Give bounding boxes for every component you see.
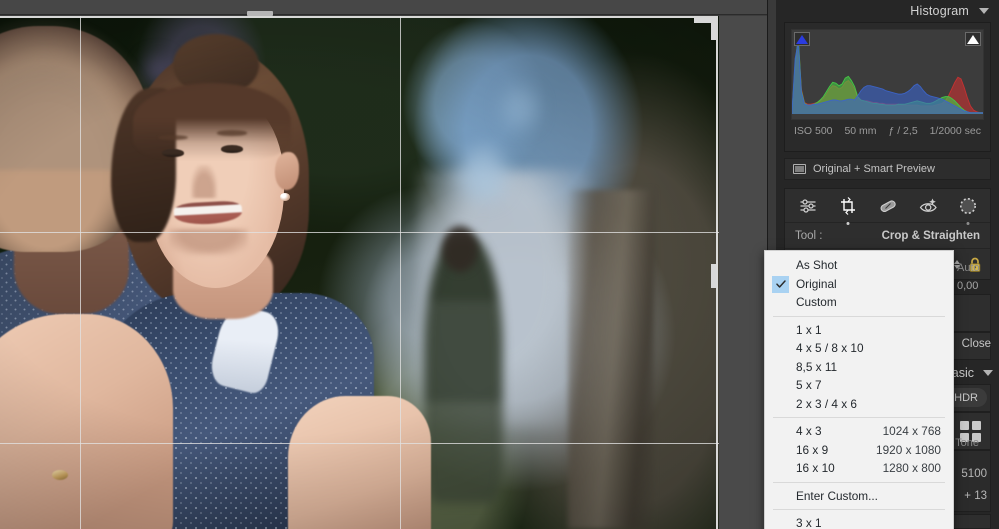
aspect-menu-item[interactable]: 5 x 7: [765, 376, 953, 395]
tool-value[interactable]: Crop & Straighten: [882, 230, 980, 242]
top-module-bar[interactable]: [0, 0, 767, 16]
chevron-down-icon[interactable]: [979, 8, 989, 14]
smart-preview-label: Original + Smart Preview: [813, 163, 935, 175]
histogram-exif-row: ISO 500 50 mm ƒ / 2,5 1/2000 sec: [791, 120, 984, 137]
aspect-menu-item-label: 3 x 1: [796, 516, 822, 529]
spot-removal-icon[interactable]: [878, 196, 898, 216]
crop-handle-middle-right[interactable]: [711, 264, 716, 288]
smart-preview-icon: [793, 164, 806, 174]
close-button[interactable]: Close: [962, 338, 991, 350]
aspect-menu-item[interactable]: 2 x 3 / 4 x 6: [765, 395, 953, 414]
check-icon: [772, 275, 789, 293]
aspect-menu-item[interactable]: Enter Custom...: [765, 487, 953, 506]
aspect-menu-item-label: As Shot: [796, 258, 838, 273]
tool-label: Tool :: [795, 229, 823, 242]
aspect-menu-item-label: 5 x 7: [796, 378, 822, 393]
smart-preview-status[interactable]: Original + Smart Preview: [784, 158, 991, 180]
tone-label: Tone: [955, 437, 979, 449]
radial-filter-icon[interactable]: [958, 196, 978, 216]
aspect-menu-item-label: 1 x 1: [796, 322, 822, 337]
histogram-title: Histogram: [910, 4, 969, 18]
crop-overlay-icon[interactable]: [838, 196, 858, 216]
exif-shutter-speed: 1/2000 sec: [929, 125, 981, 137]
aspect-menu-item-label: Enter Custom...: [796, 488, 878, 503]
aspect-menu-item[interactable]: 4 x 3 1024 x 768: [765, 422, 953, 441]
exif-aperture: ƒ / 2,5: [888, 125, 918, 137]
aspect-menu-item-label: 2 x 3 / 4 x 6: [796, 396, 857, 411]
aspect-menu-item-label: Custom: [796, 295, 837, 310]
aspect-menu-item-label: Original: [796, 276, 837, 291]
temperature-value[interactable]: 5100: [961, 468, 987, 480]
aspect-menu-item-dimensions: 1024 x 768: [882, 424, 941, 439]
image-canvas-area: [0, 0, 767, 529]
aspect-dropdown-menu[interactable]: As Shot Original Custom 1 x 1 4 x 5 / 8 x 10…: [764, 250, 954, 529]
aspect-menu-item-dimensions: 1920 x 1080: [876, 442, 941, 457]
histogram-chart: [792, 36, 983, 115]
aspect-menu-item[interactable]: Custom: [765, 293, 953, 312]
menu-separator: [773, 481, 945, 483]
chevron-down-icon-basic[interactable]: [983, 370, 993, 376]
histogram-header[interactable]: Histogram: [776, 0, 999, 22]
aspect-menu-item-label: 16 x 10: [796, 461, 835, 476]
auto-straighten-button[interactable]: Auto: [957, 262, 980, 274]
histogram-panel: ISO 500 50 mm ƒ / 2,5 1/2000 sec: [784, 22, 991, 152]
aspect-menu-item[interactable]: 16 x 9 1920 x 1080: [765, 441, 953, 460]
masking-icon[interactable]: [798, 196, 818, 216]
aspect-menu-item-label: 4 x 3: [796, 424, 822, 439]
aspect-menu-item-dimensions: 1280 x 800: [882, 461, 941, 476]
tool-icon-strip: [785, 189, 990, 223]
aspect-menu-item[interactable]: 8,5 x 11: [765, 358, 953, 377]
exif-focal-length: 50 mm: [844, 125, 877, 137]
shadow-clipping-indicator[interactable]: [794, 32, 810, 46]
aspect-menu-item[interactable]: 16 x 10 1280 x 800: [765, 459, 953, 478]
aspect-menu-item[interactable]: Original: [765, 275, 953, 294]
canvas-background: [719, 16, 767, 529]
menu-separator: [773, 509, 945, 510]
exif-iso: ISO 500: [794, 125, 833, 137]
aspect-menu-item[interactable]: 1 x 1: [765, 321, 953, 340]
aspect-menu-item-label: 16 x 9: [796, 442, 829, 457]
highlight-clipping-indicator[interactable]: [965, 32, 981, 46]
aspect-menu-item[interactable]: 3 x 1: [765, 514, 953, 529]
histogram-plot[interactable]: [791, 29, 984, 120]
aspect-menu-item-label: 4 x 5 / 8 x 10: [796, 341, 864, 356]
crop-boundary[interactable]: [0, 16, 718, 529]
tint-value[interactable]: + 13: [964, 490, 987, 502]
angle-value[interactable]: 0,00: [957, 280, 978, 292]
aspect-menu-item[interactable]: As Shot: [765, 256, 953, 275]
aspect-menu-item-label: 8,5 x 11: [796, 359, 838, 374]
lightroom-develop-window: Histogram ISO 500 50 mm ƒ / 2,5 1/2000 s…: [0, 0, 999, 529]
aspect-menu-item[interactable]: 4 x 5 / 8 x 10: [765, 339, 953, 358]
tool-name-row: Tool : Crop & Straighten: [785, 223, 990, 249]
red-eye-icon[interactable]: [918, 196, 938, 216]
photo-preview[interactable]: [0, 16, 719, 529]
crop-handle-top-right-vertical[interactable]: [711, 18, 716, 40]
menu-separator: [773, 315, 945, 317]
menu-separator: [773, 417, 945, 418]
